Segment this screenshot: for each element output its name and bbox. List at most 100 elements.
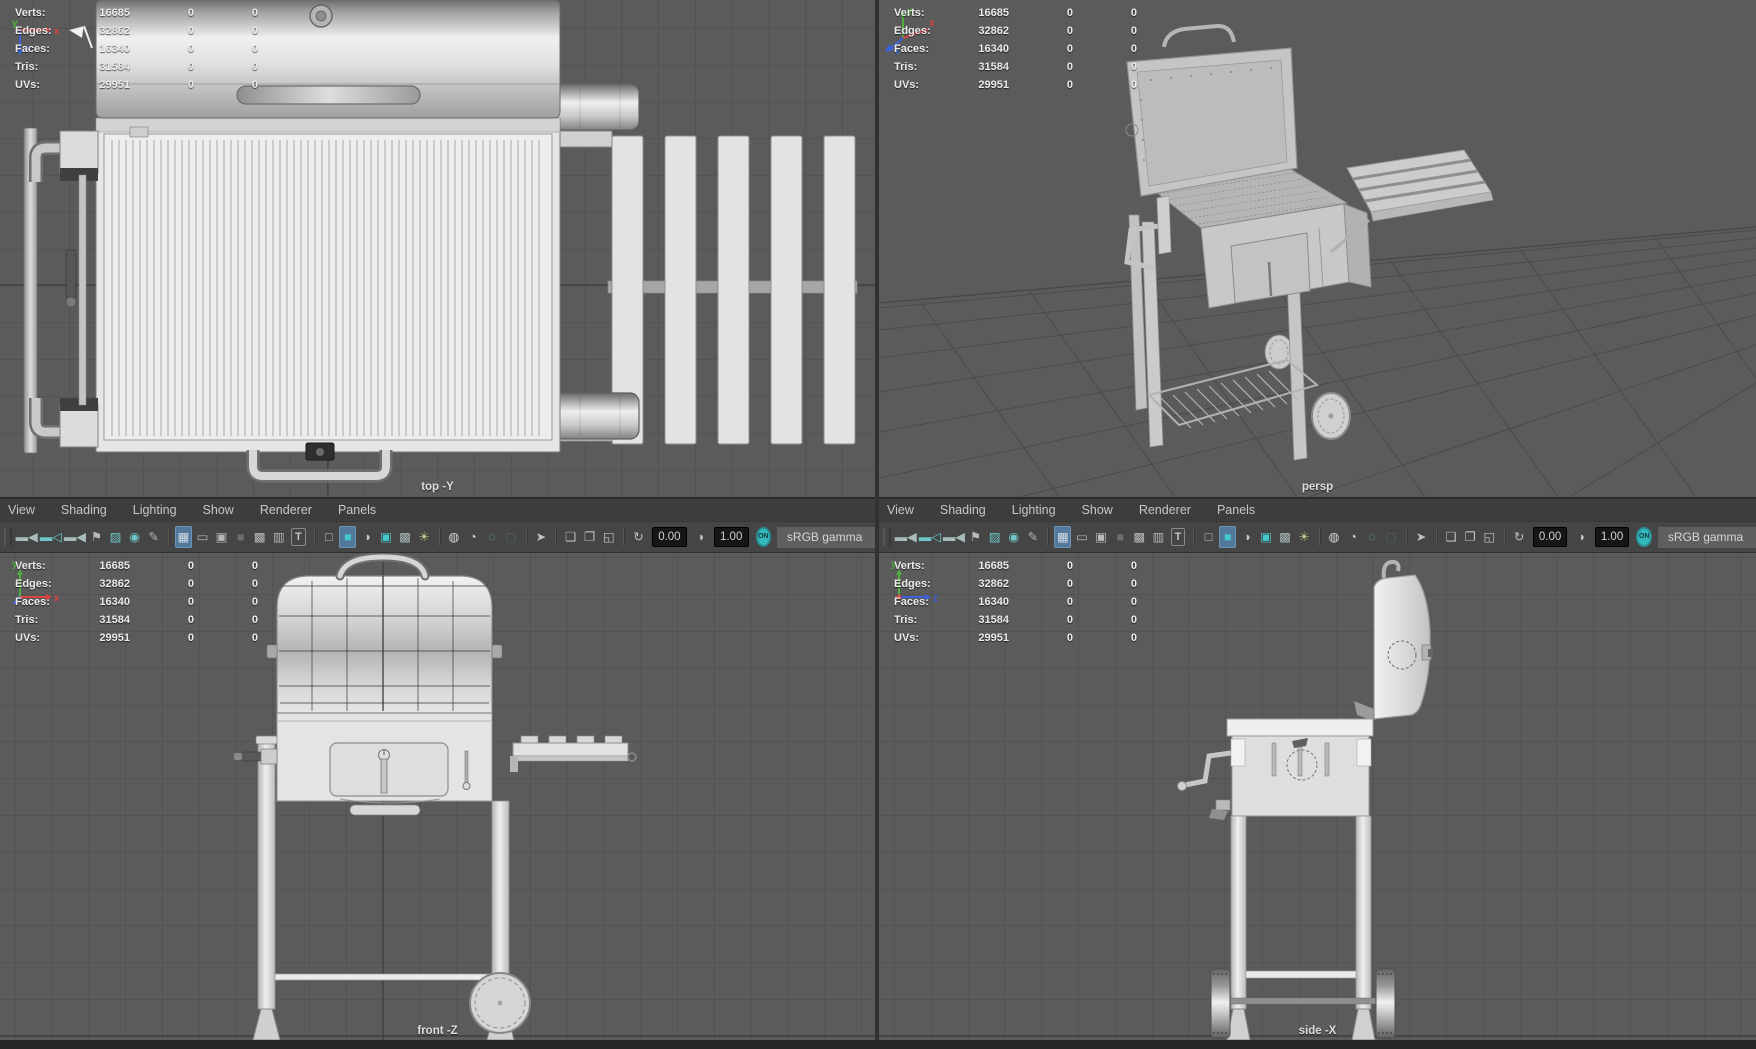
hud-value: 16685 [99,560,130,572]
menu-panels[interactable]: Panels [325,503,389,517]
hud-value: 32862 [978,578,1009,590]
hud-row-verts: Verts: 16685 0 0 [894,4,1154,22]
smooth-shade-icon[interactable]: ■ [339,526,357,548]
selection-highlight-icon[interactable]: ➤ [1413,526,1430,548]
default-material-icon[interactable]: ◑ [1238,526,1255,548]
grease-pencil-icon[interactable]: ✎ [145,526,162,548]
ssao-icon[interactable]: ◔ [464,526,481,548]
shadows-icon[interactable]: ◍ [445,526,462,548]
textured-icon[interactable]: ▣ [1257,526,1274,548]
menu-renderer[interactable]: Renderer [247,503,325,517]
hud-col2: 0 [187,560,194,572]
viewport-front[interactable]: Verts: 16685 0 0 Edges: 32862 0 0 Faces: 16340 0 0 T… [0,552,875,1041]
menu-panels[interactable]: Panels [1204,503,1268,517]
field-chart-icon[interactable]: ▩ [251,526,268,548]
camera-attributes-icon[interactable]: ▬◀ [943,526,965,548]
gamma-toggle[interactable]: ON [755,527,771,547]
menu-shading[interactable]: Shading [48,503,120,517]
pan-zoom-icon[interactable]: ◉ [1005,526,1022,548]
smooth-shade-icon[interactable]: ■ [1219,526,1237,548]
hud-col2: 0 [1066,25,1073,37]
bookmark-icon[interactable]: ⚑ [88,526,105,548]
anti-alias-icon[interactable]: ▢ [503,526,520,548]
viewport-divider[interactable] [875,0,879,1040]
resolution-gate-icon[interactable]: ▣ [1092,526,1109,548]
camera-attributes-icon[interactable]: ▬◀ [64,526,86,548]
hud-col3: 0 [1130,560,1137,572]
field-chart-icon[interactable]: ▩ [1131,526,1148,548]
exposure-icon[interactable]: ↻ [1511,526,1528,548]
hud-value: 16685 [978,7,1009,19]
safe-action-icon[interactable]: ▥ [270,526,287,548]
ssao-icon[interactable]: ◔ [1345,526,1362,548]
motion-blur-icon[interactable]: ◌ [1364,526,1381,548]
image-plane-icon[interactable]: ▨ [107,526,124,548]
gate-mask-icon[interactable]: ■ [1112,526,1129,548]
hud-col2: 0 [187,7,194,19]
selection-highlight-icon[interactable]: ➤ [532,526,549,548]
isolate-add-icon[interactable]: ❐ [581,526,598,548]
lock-camera-icon[interactable]: ▬◁ [40,526,62,548]
isolate-add-icon[interactable]: ❐ [1462,526,1479,548]
default-material-icon[interactable]: ◑ [358,526,375,548]
contrast-icon[interactable]: ◑ [692,526,709,548]
hud-value: 16685 [99,7,130,19]
gate-mask-icon[interactable]: ■ [232,526,249,548]
hud-value: 32862 [978,25,1009,37]
safe-title-icon[interactable]: T [291,528,305,546]
resolution-gate-icon[interactable]: ▣ [213,526,230,548]
menu-view[interactable]: View [0,503,48,517]
safe-title-icon[interactable]: T [1171,528,1185,546]
hud-value: 16340 [99,43,130,55]
grid-icon[interactable]: ▦ [174,526,192,548]
exposure-field[interactable]: 0.00 [652,527,687,547]
image-plane-icon[interactable]: ▨ [986,526,1003,548]
select-camera-icon[interactable]: ▬◀ [16,526,38,548]
lights-icon[interactable]: ☀ [1296,526,1313,548]
lights-icon[interactable]: ☀ [416,526,433,548]
bookmark-icon[interactable]: ⚑ [967,526,984,548]
isolate-select-icon[interactable]: ❏ [562,526,579,548]
anti-alias-icon[interactable]: ▢ [1383,526,1400,548]
contrast-field[interactable]: 1.00 [1594,527,1630,547]
viewport-persp[interactable]: Verts: 16685 0 0 Edges: 32862 0 0 Faces: 16340 0 0 T… [879,0,1756,497]
isolate-remove-icon[interactable]: ◱ [600,526,617,548]
isolate-select-icon[interactable]: ❏ [1442,526,1459,548]
exposure-field[interactable]: 0.00 [1532,527,1568,547]
film-gate-icon[interactable]: ▭ [194,526,211,548]
textured-icon[interactable]: ▣ [377,526,394,548]
exposure-icon[interactable]: ↻ [630,526,647,548]
contrast-icon[interactable]: ◑ [1572,526,1589,548]
menu-show[interactable]: Show [1069,503,1126,517]
toolbar-separator [1405,528,1407,546]
safe-action-icon[interactable]: ▥ [1150,526,1167,548]
motion-blur-icon[interactable]: ◌ [483,526,500,548]
checkered-icon[interactable]: ▩ [1276,526,1293,548]
checkered-icon[interactable]: ▩ [396,526,413,548]
hud-col3: 0 [1130,79,1137,91]
wireframe-icon[interactable]: □ [1200,526,1217,548]
hud-col2: 0 [187,578,194,590]
pan-zoom-icon[interactable]: ◉ [126,526,143,548]
isolate-remove-icon[interactable]: ◱ [1481,526,1498,548]
contrast-field[interactable]: 1.00 [713,527,749,547]
menu-view[interactable]: View [879,503,927,517]
grease-pencil-icon[interactable]: ✎ [1024,526,1041,548]
wireframe-icon[interactable]: □ [320,526,337,548]
gamma-toggle[interactable]: ON [1636,527,1652,547]
menu-renderer[interactable]: Renderer [1126,503,1204,517]
menu-lighting[interactable]: Lighting [120,503,190,517]
menu-shading[interactable]: Shading [927,503,999,517]
grid-icon[interactable]: ▦ [1054,526,1072,548]
lock-camera-icon[interactable]: ▬◁ [919,526,941,548]
film-gate-icon[interactable]: ▭ [1073,526,1090,548]
menu-lighting[interactable]: Lighting [999,503,1069,517]
menu-show[interactable]: Show [190,503,247,517]
shadows-icon[interactable]: ◍ [1325,526,1342,548]
hud-col3: 0 [1130,578,1137,590]
hud-col3: 0 [1130,632,1137,644]
select-camera-icon[interactable]: ▬◀ [895,526,917,548]
hud-row-verts: Verts: 16685 0 0 [894,557,1154,575]
viewport-top[interactable]: Verts: 16685 0 0 Edges: 32862 0 0 Faces: 16340 0 0 T… [0,0,875,497]
viewport-side[interactable]: Verts: 16685 0 0 Edges: 32862 0 0 Faces: 16340 0 0 T… [879,552,1756,1041]
